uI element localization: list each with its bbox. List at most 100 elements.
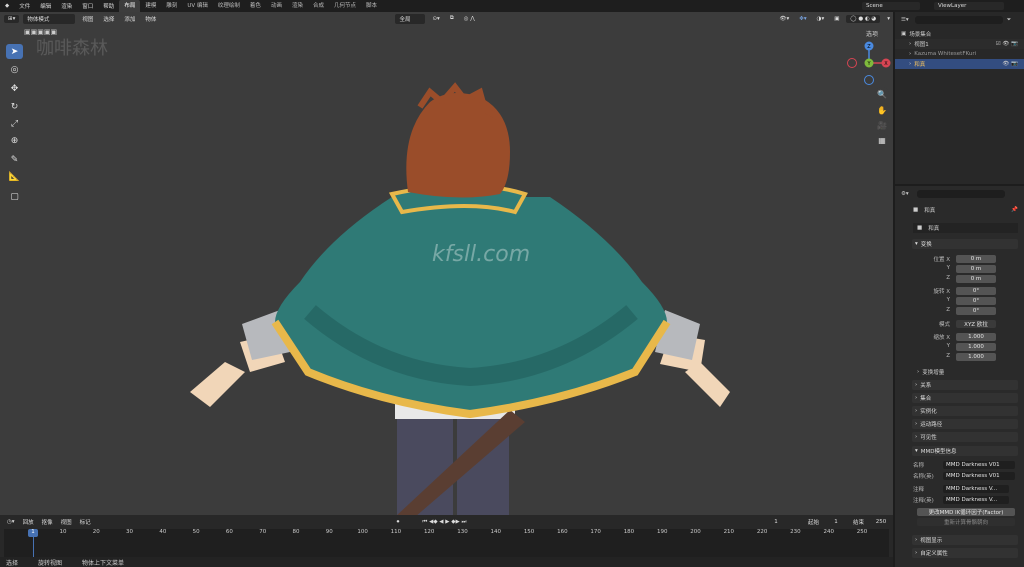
ik-factor-button[interactable]: 更改MMD IK循环因子(Factor) <box>917 508 1015 516</box>
transform-tool-icon[interactable]: ⊕ <box>6 133 23 148</box>
snap-icon[interactable]: ⧉ <box>447 15 457 22</box>
select-tool-icon[interactable]: ➤ <box>6 44 23 59</box>
ortho-grid-icon[interactable]: ▦ <box>875 133 889 147</box>
scene-collection-row[interactable]: ▣ 场景集合 <box>895 29 1024 39</box>
menu-view[interactable]: 视图 <box>79 15 96 23</box>
object-name-field[interactable]: ■ 和真 <box>913 223 1018 233</box>
scale-x-field[interactable]: 1.000 <box>956 333 996 341</box>
tab-uv-editing[interactable]: UV 编辑 <box>182 0 213 12</box>
expand-arrow-icon[interactable]: › <box>909 51 911 57</box>
orientation-selector[interactable]: 全局 <box>395 13 426 24</box>
end-frame-field[interactable]: 250 <box>869 518 893 526</box>
rotation-x-field[interactable]: 0° <box>956 287 996 295</box>
gizmo-icon[interactable]: ✥▾ <box>796 16 809 22</box>
menu-file[interactable]: 文件 <box>14 2 35 10</box>
rotation-y-field[interactable]: 0° <box>956 297 996 305</box>
add-cube-tool-icon[interactable]: ▢ <box>6 189 23 204</box>
menu-playback[interactable]: 回放 <box>20 518 37 526</box>
mmd-panel-header[interactable]: ▾ MMD模型信息 <box>912 446 1018 456</box>
relations-panel-header[interactable]: › 关系 <box>912 380 1018 390</box>
tab-scripting[interactable]: 脚本 <box>361 0 382 12</box>
proportional-icon[interactable]: ◎ ⋀ <box>461 16 478 22</box>
pivot-icon[interactable]: ⊙▾ <box>429 16 442 22</box>
blender-logo-icon[interactable]: ◆ <box>0 3 14 9</box>
tab-texture-paint[interactable]: 纹理绘制 <box>213 0 245 12</box>
tab-compositing[interactable]: 合成 <box>308 0 329 12</box>
playback-controls[interactable]: ⏮ ◀◆ ◀ ▶ ◆▶ ⏭ <box>418 517 471 527</box>
visibility-eye-icon[interactable]: ☑ 👁 📷 <box>996 41 1018 47</box>
tab-geometry-nodes[interactable]: 几何节点 <box>329 0 361 12</box>
scene-selector[interactable]: Scene <box>862 2 920 10</box>
shading-modes[interactable]: ◯ ● ◐ ◕ <box>846 14 881 23</box>
comment-en-field[interactable]: MMD Darkness V... <box>943 496 1009 504</box>
menu-help[interactable]: 帮助 <box>98 2 119 10</box>
measure-tool-icon[interactable]: 📐 <box>6 169 23 184</box>
mode-selector[interactable]: 物体模式 <box>23 13 76 24</box>
tab-layout[interactable]: 布局 <box>119 0 141 12</box>
cursor-tool-icon[interactable]: ◎ <box>6 62 23 77</box>
current-frame-field[interactable]: 1 <box>758 518 793 526</box>
menu-window[interactable]: 窗口 <box>77 2 98 10</box>
view-layer-selector[interactable]: ViewLayer <box>934 2 1004 10</box>
record-icon[interactable]: ⏺ <box>394 519 403 526</box>
tab-sculpting[interactable]: 雕刻 <box>161 0 182 12</box>
collections-panel-header[interactable]: › 集合 <box>912 393 1018 403</box>
pin-icon[interactable]: 📌 <box>1011 207 1018 213</box>
playhead[interactable]: 1 <box>28 529 38 537</box>
scale-y-field[interactable]: 1.000 <box>956 343 996 351</box>
outliner-editor-icon[interactable]: ☰▾ <box>901 17 909 23</box>
menu-marker[interactable]: 标记 <box>77 518 94 526</box>
properties-search-input[interactable] <box>916 190 1005 198</box>
visibility-icon[interactable]: 👁▾ <box>777 16 793 22</box>
3d-viewport[interactable]: ⊞▾ 物体模式 视图 选择 添加 物体 全局 ⊙▾ ⧉ ◎ ⋀ 👁▾ ✥▾ ◑▾… <box>0 12 893 515</box>
outliner-item[interactable]: › 视图1 ☑ 👁 📷 <box>895 39 1024 49</box>
mmd-name-field[interactable]: MMD Darkness V01 <box>943 461 1015 469</box>
pan-hand-icon[interactable]: ✋ <box>875 103 889 117</box>
properties-editor-icon[interactable]: ⚙▾ <box>901 191 909 197</box>
menu-select[interactable]: 选择 <box>100 15 117 23</box>
move-tool-icon[interactable]: ✥ <box>6 81 23 96</box>
mmd-name-en-field[interactable]: MMD Darkness V01 <box>943 472 1015 480</box>
filter-icon[interactable]: ⏷ <box>1007 17 1011 24</box>
tab-modeling[interactable]: 建模 <box>140 0 161 12</box>
menu-object[interactable]: 物体 <box>142 15 159 23</box>
outliner-item[interactable]: › Kazuma WhitesetFKuri <box>895 49 1024 59</box>
scale-z-field[interactable]: 1.000 <box>956 353 996 361</box>
start-frame-field[interactable]: 1 <box>823 518 848 526</box>
motion-paths-panel-header[interactable]: › 运动路径 <box>912 419 1018 429</box>
location-y-field[interactable]: 0 m <box>956 265 996 273</box>
rotate-tool-icon[interactable]: ↻ <box>6 99 23 114</box>
rotation-z-field[interactable]: 0° <box>956 307 996 315</box>
menu-render[interactable]: 渲染 <box>56 2 77 10</box>
editor-type-button[interactable]: ⊞▾ <box>4 14 20 23</box>
zoom-icon[interactable]: 🔍 <box>875 87 889 101</box>
delta-transform-subpanel[interactable]: › 变换增量 <box>895 367 1024 377</box>
outliner-search-input[interactable] <box>914 16 1003 24</box>
menu-add[interactable]: 添加 <box>121 15 138 23</box>
location-z-field[interactable]: 0 m <box>956 275 996 283</box>
xray-icon[interactable]: ▣ <box>831 16 842 22</box>
rotation-mode-select[interactable]: XYZ 欧拉 <box>956 320 996 328</box>
viewport-display-panel-header[interactable]: › 视图显示 <box>912 535 1018 545</box>
options-dropdown[interactable]: 选项 <box>866 29 878 38</box>
location-x-field[interactable]: 0 m <box>956 255 996 263</box>
shading-options-icon[interactable]: ▾ <box>884 16 893 22</box>
outliner-item-selected[interactable]: › 和真 👁 📷 <box>895 59 1024 69</box>
clock-icon[interactable]: ◷▾ <box>4 519 18 525</box>
expand-arrow-icon[interactable]: › <box>909 41 911 47</box>
recalc-bone-roll-button[interactable]: 重新计算骨骼朝向 <box>917 518 1015 526</box>
expand-arrow-icon[interactable]: › <box>909 61 911 67</box>
transform-panel-header[interactable]: ▾ 变换 <box>912 239 1018 249</box>
instancing-panel-header[interactable]: › 实例化 <box>912 406 1018 416</box>
menu-keying[interactable]: 抠像 <box>39 518 56 526</box>
visibility-eye-icon[interactable]: 👁 📷 <box>1002 61 1018 67</box>
tab-animation[interactable]: 动画 <box>266 0 287 12</box>
comment-field[interactable]: MMD Darkness V... <box>943 485 1009 493</box>
menu-view[interactable]: 视图 <box>58 518 75 526</box>
scale-tool-icon[interactable]: ⤢ <box>6 116 23 131</box>
camera-view-icon[interactable]: 🎥 <box>875 118 889 132</box>
annotate-tool-icon[interactable]: ✎ <box>6 152 23 167</box>
visibility-panel-header[interactable]: › 可见性 <box>912 432 1018 442</box>
tab-shading[interactable]: 着色 <box>245 0 266 12</box>
tab-rendering[interactable]: 渲染 <box>287 0 308 12</box>
